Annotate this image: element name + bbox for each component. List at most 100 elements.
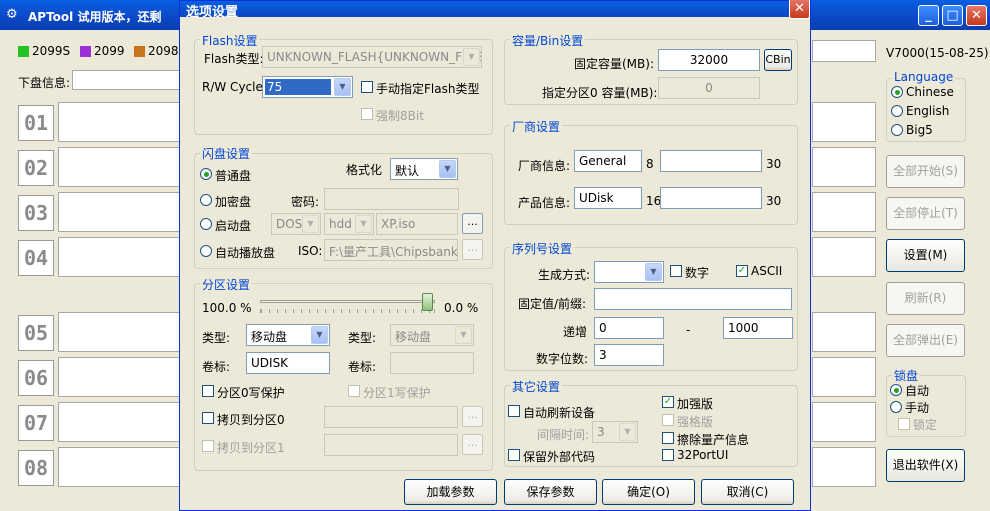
dialog-close-icon[interactable]: ✕ [789, 0, 810, 19]
strong-format-checkbox[interactable] [662, 414, 674, 426]
partition0-capacity-input[interactable]: 0 [658, 77, 760, 99]
serial-ascii-label: ASCII [751, 264, 783, 278]
hdd-select[interactable]: hdd ▼ [324, 213, 374, 235]
slot-status-box [812, 237, 876, 277]
enhanced-checkbox[interactable]: ✓ [662, 396, 674, 408]
serial-ascii-checkbox[interactable]: ✓ [736, 265, 748, 277]
legend-swatch-2099s [18, 46, 29, 57]
disk-info-field [72, 70, 180, 90]
partition1-write-protect-checkbox[interactable] [348, 385, 360, 397]
vendor-info-input[interactable]: General [574, 150, 642, 172]
cbin-button[interactable]: CBin [764, 49, 792, 71]
copy1-path-input[interactable] [324, 434, 458, 456]
language-english-radio[interactable] [891, 105, 903, 117]
save-params-button[interactable]: 保存参数 [504, 479, 597, 505]
auto-refresh-label: 自动刷新设备 [523, 406, 596, 420]
product-info-extra-input[interactable] [660, 187, 762, 209]
slot-status-box [58, 447, 180, 487]
product-info-length: 16 [646, 194, 662, 208]
lock-auto-radio[interactable] [890, 384, 902, 396]
language-english-label: English [906, 104, 950, 118]
partition1-type-value: 移动盘 [395, 330, 432, 344]
start-all-button[interactable]: 全部开始(S) [886, 155, 965, 188]
cancel-button[interactable]: 取消(C) [701, 479, 794, 505]
partition-slider[interactable] [260, 293, 435, 319]
auto-refresh-checkbox[interactable] [508, 405, 520, 417]
iso-file-input[interactable]: XP.iso [376, 213, 458, 235]
dos-select[interactable]: DOS ▼ [271, 213, 321, 235]
dialog-title-bar[interactable]: 选项设置 ✕ [180, 0, 810, 20]
partition0-volume-input[interactable]: UDISK [246, 352, 330, 374]
iso-label: ISO: [298, 244, 323, 258]
product-info-input[interactable]: UDisk [574, 187, 642, 209]
serial-increment-from-input[interactable]: 0 [594, 317, 664, 339]
copy-to-partition0-checkbox[interactable] [202, 412, 214, 424]
minimize-icon[interactable]: _ [918, 5, 939, 26]
format-value: 默认 [395, 164, 420, 178]
copy0-path-input[interactable] [324, 406, 458, 428]
refresh-button[interactable]: 刷新(R) [886, 282, 965, 315]
vendor-group-title: 厂商设置 [510, 118, 563, 135]
manual-flash-type-checkbox[interactable] [361, 81, 373, 93]
partition1-volume-input[interactable] [390, 352, 474, 374]
serial-group-title: 序列号设置 [510, 240, 575, 257]
language-big5-radio[interactable] [891, 124, 903, 136]
autoplay-disk-radio[interactable] [200, 245, 212, 257]
interval-label: 间隔时间: [537, 428, 590, 442]
format-label: 格式化 [346, 163, 383, 177]
settings-button[interactable]: 设置(M) [886, 239, 965, 272]
slider-thumb[interactable] [422, 293, 433, 311]
chevron-down-icon: ▼ [645, 263, 662, 281]
serial-increment-to-input[interactable]: 1000 [723, 317, 793, 339]
browse-copy0-button[interactable]: ... [462, 406, 483, 427]
slot-status-box [58, 102, 180, 142]
product-info-max: 30 [766, 194, 782, 208]
options-dialog: 选项设置 ✕ Flash设置 Flash类型: UNKNOWN_FLASH{UN… [179, 0, 811, 511]
port32-ui-checkbox[interactable] [662, 449, 674, 461]
ok-button[interactable]: 确定(O) [602, 479, 695, 505]
password-input[interactable] [324, 188, 459, 210]
eject-all-button[interactable]: 全部弹出(E) [886, 324, 965, 357]
format-select[interactable]: 默认 ▼ [390, 158, 458, 180]
disk-info-label: 下盘信息: [18, 76, 71, 90]
language-chinese-radio[interactable] [891, 86, 903, 98]
serial-digit-checkbox[interactable] [670, 265, 682, 277]
normal-disk-radio[interactable] [200, 168, 212, 180]
copy-to-partition1-checkbox[interactable] [202, 440, 214, 452]
encrypted-disk-label: 加密盘 [215, 195, 252, 209]
close-icon[interactable]: ✕ [966, 5, 987, 26]
lock-manual-radio[interactable] [890, 401, 902, 413]
partition1-type-select[interactable]: 移动盘 ▼ [390, 324, 474, 346]
vendor-info-extra-input[interactable] [660, 150, 762, 172]
keep-external-code-checkbox[interactable] [508, 449, 520, 461]
erase-info-checkbox[interactable] [662, 432, 674, 444]
browse-copy1-button[interactable]: ... [462, 434, 483, 455]
exit-button[interactable]: 退出软件(X) [886, 449, 965, 482]
partition0-type-value: 移动盘 [251, 330, 288, 344]
legend-label-2098: 2098 [148, 44, 179, 58]
stop-all-button[interactable]: 全部停止(T) [886, 197, 965, 230]
serial-gen-mode-select[interactable]: ▼ [594, 261, 664, 283]
maximize-icon[interactable]: □ [942, 5, 963, 26]
browse-iso-button[interactable]: ... [462, 213, 483, 234]
flash-type-select[interactable]: UNKNOWN_FLASH{UNKNOWN_FLASH ▼ [262, 46, 482, 68]
encrypted-disk-radio[interactable] [200, 194, 212, 206]
chevron-down-icon: ▼ [463, 48, 480, 66]
serial-digits-input[interactable]: 3 [594, 344, 664, 366]
fixed-capacity-input[interactable]: 32000 [658, 49, 760, 71]
partition0-type-select[interactable]: 移动盘 ▼ [246, 324, 330, 346]
rw-cycle-select[interactable]: 75 ▼ [262, 76, 353, 98]
normal-disk-label: 普通盘 [215, 169, 252, 183]
lock-checkbox[interactable] [898, 418, 910, 430]
boot-disk-radio[interactable] [200, 218, 212, 230]
browse-autoplay-button[interactable]: ... [462, 239, 483, 260]
manual-flash-type-label: 手动指定Flash类型 [376, 82, 480, 96]
partition1-type-label: 类型: [348, 331, 377, 345]
interval-select[interactable]: 3 ▼ [592, 421, 638, 443]
serial-prefix-input[interactable] [594, 288, 792, 310]
iso-path-input[interactable]: F:\量产工具\Chipsbank\C [324, 239, 458, 261]
partition0-write-protect-checkbox[interactable] [202, 385, 214, 397]
force-8bit-checkbox[interactable] [361, 108, 373, 120]
other-group-title: 其它设置 [510, 378, 563, 395]
load-params-button[interactable]: 加载参数 [404, 479, 497, 505]
